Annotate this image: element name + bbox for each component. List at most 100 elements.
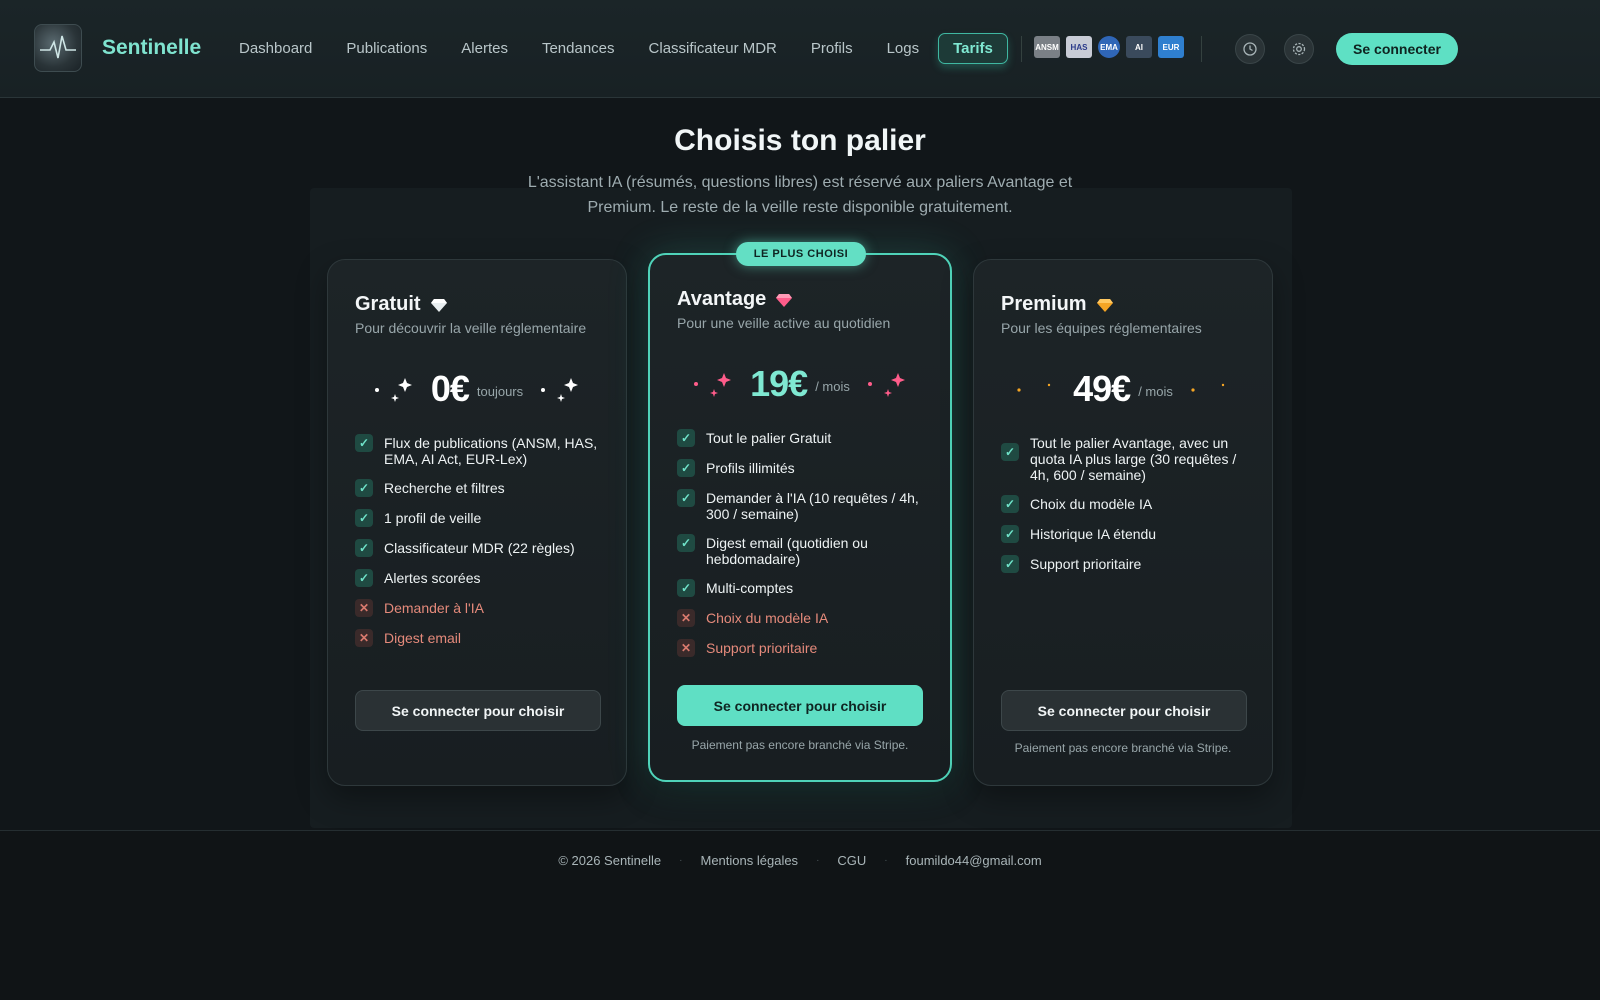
- check-icon: ✓: [355, 434, 373, 452]
- plan-name: Avantage: [677, 288, 767, 310]
- check-icon: ✓: [355, 479, 373, 497]
- history-button[interactable]: [1235, 34, 1265, 64]
- feature-text: Historique IA étendu: [1030, 526, 1157, 542]
- cross-icon: ✕: [355, 629, 373, 647]
- footer-separator: ·: [884, 855, 888, 866]
- payment-note: Paiement pas encore branché via Stripe.: [1014, 741, 1232, 755]
- feature-text: Tout le palier Avantage, avec un quota I…: [1030, 435, 1237, 483]
- partner-logo-ansm[interactable]: ANSM: [1034, 36, 1060, 58]
- choose-plan-button[interactable]: Se connecter pour choisir: [677, 685, 923, 726]
- diamond-icon: [430, 298, 447, 312]
- feature-item: ✕ Digest email: [355, 629, 605, 647]
- check-icon: ✓: [355, 539, 373, 557]
- feature-text: Digest email: [384, 630, 462, 646]
- sparkle-icon: [694, 373, 732, 397]
- feature-list: ✓ Tout le palier Avantage, avec un quota …: [1001, 435, 1251, 586]
- plan-period: / mois: [1138, 383, 1173, 399]
- feature-text: Choix du modèle IA: [1030, 496, 1153, 512]
- settings-button[interactable]: [1284, 34, 1314, 64]
- check-icon: ✓: [1001, 525, 1019, 543]
- feature-item: ✓ Support prioritaire: [1001, 555, 1251, 573]
- nav-item-tarifs[interactable]: Tarifs: [938, 33, 1008, 64]
- sparkle-icon: [867, 373, 905, 397]
- sparkle-icon: [541, 378, 579, 402]
- diamond-icon: [776, 293, 793, 307]
- feature-text: Recherche et filtres: [384, 480, 505, 496]
- feature-item: ✓ Tout le palier Gratuit: [677, 429, 927, 447]
- feature-text: Digest email (quotidien ou hebdomadaire): [706, 535, 868, 567]
- clock-icon: [1243, 42, 1257, 56]
- nav-divider: [1021, 36, 1022, 62]
- plan-name: Premium: [1001, 293, 1087, 315]
- login-button[interactable]: Se connecter: [1336, 33, 1458, 65]
- feature-item: ✓ Classificateur MDR (22 règles): [355, 539, 605, 557]
- footer-link-legal[interactable]: Mentions légales: [701, 853, 799, 868]
- feature-item: ✓ Profils illimités: [677, 459, 927, 477]
- nav-item-logs[interactable]: Logs: [872, 33, 935, 64]
- nav-item-tendances[interactable]: Tendances: [527, 33, 630, 64]
- feature-item: ✕ Demander à l'IA: [355, 599, 605, 617]
- plan-description: Pour les équipes réglementaires: [1001, 320, 1202, 336]
- partner-logo-ema[interactable]: EMA: [1098, 36, 1120, 58]
- plan-card-gratuit: Gratuit Pour découvrir la veille régleme…: [327, 259, 627, 786]
- footer-separator: ·: [679, 855, 683, 866]
- feature-text: Tout le palier Gratuit: [706, 430, 832, 446]
- feature-item: ✓ Digest email (quotidien ou hebdomadaire…: [677, 534, 927, 567]
- plan-card-avantage: LE PLUS CHOISI Avantage Pour une veille …: [648, 242, 952, 782]
- footer-copyright: © 2026 Sentinelle: [558, 853, 662, 868]
- partner-logo-ai[interactable]: AI: [1126, 36, 1152, 58]
- nav-item-publications[interactable]: Publications: [331, 33, 442, 64]
- feature-item: ✓ Flux de publications (ANSM, HAS, EMA, A…: [355, 434, 605, 467]
- plan-period: / mois: [815, 378, 850, 394]
- feature-text: 1 profil de veille: [384, 510, 482, 526]
- check-icon: ✓: [1001, 495, 1019, 513]
- footer-link-terms[interactable]: CGU: [837, 853, 866, 868]
- footer: © 2026 Sentinelle · Mentions légales · C…: [0, 830, 1600, 1000]
- main-nav: Dashboard Publications Alertes Tendances…: [224, 33, 1012, 64]
- page-subtitle: L'assistant IA (résumés, questions libre…: [527, 174, 1073, 216]
- choose-plan-button[interactable]: Se connecter pour choisir: [355, 690, 601, 731]
- partner-logo-eur[interactable]: EUR: [1158, 36, 1184, 58]
- feature-item: ✓ Choix du modèle IA: [1001, 495, 1251, 513]
- nav-item-dashboard[interactable]: Dashboard: [224, 33, 327, 64]
- plan-price: 0€: [430, 368, 470, 409]
- feature-item: ✓ Historique IA étendu: [1001, 525, 1251, 543]
- feature-text: Choix du modèle IA: [706, 610, 829, 626]
- feature-text: Demander à l'IA (10 requêtes / 4h, 300 /…: [706, 490, 919, 522]
- app-logo[interactable]: [34, 24, 82, 72]
- plan-price: 19€: [750, 363, 808, 404]
- plan-name-row: Gratuit: [355, 293, 447, 316]
- check-icon: ✓: [677, 579, 695, 597]
- check-icon: ✓: [1001, 555, 1019, 573]
- nav-divider: [1201, 36, 1202, 62]
- plan-price: 49€: [1073, 368, 1131, 409]
- footer-separator: ·: [816, 855, 820, 866]
- partner-logos: ANSM HAS EMA AI EUR: [1034, 36, 1184, 58]
- sparkle-icon: [1017, 383, 1051, 392]
- choose-plan-button[interactable]: Se connecter pour choisir: [1001, 690, 1247, 731]
- top-bar: Sentinelle Dashboard Publications Alerte…: [0, 0, 1600, 98]
- plan-name: Gratuit: [355, 293, 421, 315]
- feature-item: ✕ Choix du modèle IA: [677, 609, 927, 627]
- sparkle-icon: [374, 378, 412, 402]
- feature-list: ✓ Tout le palier Gratuit ✓ Profils illimit…: [677, 429, 927, 670]
- sparkle-icon: [1191, 383, 1225, 392]
- footer-links: © 2026 Sentinelle · Mentions légales · C…: [0, 853, 1600, 868]
- plan-period: toujours: [476, 383, 524, 399]
- check-icon: ✓: [677, 489, 695, 507]
- feature-list: ✓ Flux de publications (ANSM, HAS, EMA, A…: [355, 434, 605, 660]
- check-icon: ✓: [1001, 443, 1019, 461]
- cross-icon: ✕: [677, 639, 695, 657]
- feature-item: ✓ Tout le palier Avantage, avec un quota …: [1001, 435, 1251, 483]
- nav-item-profils[interactable]: Profils: [796, 33, 868, 64]
- brand-name[interactable]: Sentinelle: [102, 36, 201, 60]
- feature-text: Support prioritaire: [1030, 556, 1142, 572]
- nav-item-alertes[interactable]: Alertes: [446, 33, 523, 64]
- feature-text: Multi-comptes: [706, 580, 794, 596]
- plan-name-row: Premium: [1001, 293, 1113, 316]
- payment-note: Paiement pas encore branché via Stripe.: [691, 738, 909, 752]
- partner-logo-has[interactable]: HAS: [1066, 36, 1092, 58]
- nav-item-classificateur-mdr[interactable]: Classificateur MDR: [634, 33, 792, 64]
- feature-text: Profils illimités: [706, 460, 795, 476]
- footer-link-email[interactable]: foumildo44@gmail.com: [906, 853, 1042, 868]
